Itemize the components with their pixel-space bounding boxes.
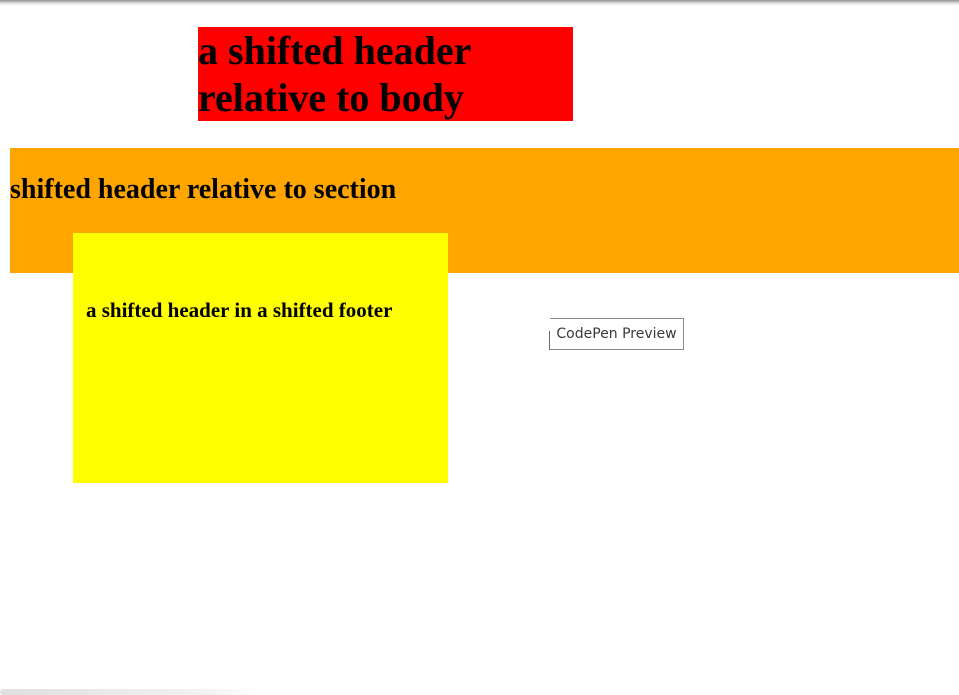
body-header: a shifted header relative to body [198, 27, 573, 121]
codepen-preview-label: CodePen Preview [556, 326, 677, 342]
section-header-title: shifted header relative to section [10, 174, 397, 205]
window-bottom-shadow [0, 689, 260, 695]
body-header-title-line-1: a shifted header [198, 28, 472, 73]
body-header-title-line-2: relative to body [198, 75, 464, 120]
button-edge-tick [549, 331, 550, 350]
shifted-footer: a shifted header in a shifted footer [73, 233, 448, 483]
window-top-shadow [0, 0, 959, 6]
body-header-title: a shifted header relative to body [198, 27, 573, 121]
codepen-preview-button[interactable]: CodePen Preview [549, 318, 684, 350]
footer-header-title: a shifted header in a shifted footer [86, 298, 393, 322]
